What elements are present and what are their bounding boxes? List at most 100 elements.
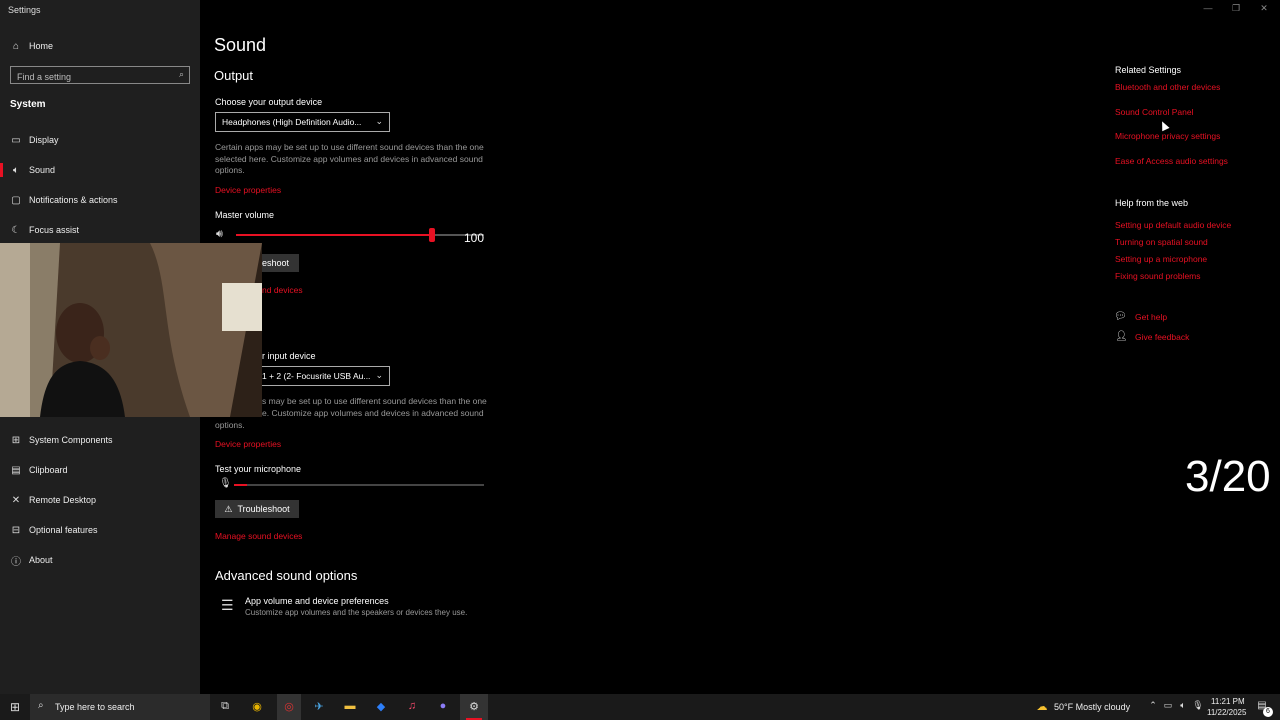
settings-gear-icon[interactable]: ⚙ — [466, 700, 482, 714]
search-input[interactable] — [11, 69, 171, 85]
mic-level-fill — [234, 484, 247, 486]
sidebar-item-label: System Components — [29, 435, 113, 445]
ease-of-access-audio-link[interactable]: Ease of Access audio settings — [1115, 156, 1228, 166]
speaker-volume-icon[interactable]: 🔊︎ — [216, 228, 223, 241]
notification-icon: ▢ — [11, 194, 21, 206]
windows-start-icon[interactable]: ⊞ — [7, 700, 23, 714]
related-settings-heading: Related Settings — [1115, 65, 1182, 75]
app-volume-description: Customize app volumes and the speakers o… — [245, 608, 468, 617]
master-volume-value: 100 — [464, 231, 485, 245]
sidebar-item-home[interactable]: ⌂ Home — [0, 33, 200, 59]
close-button[interactable]: ✕ — [1257, 3, 1271, 14]
sidebar-item-display[interactable]: ▭ Display — [0, 127, 200, 153]
search-icon: ⌕ — [38, 700, 44, 711]
weather-text[interactable]: 50°F Mostly cloudy — [1054, 702, 1130, 712]
info-icon: ⓘ — [11, 556, 21, 568]
clock-date[interactable]: 11/22/2025 — [1207, 708, 1246, 717]
button-label: leshoot — [259, 258, 289, 268]
clock-time[interactable]: 11:21 PM — [1211, 697, 1245, 706]
output-description: Certain apps may be set up to use differ… — [215, 142, 484, 175]
moon-icon: ☾ — [11, 224, 21, 236]
discord-icon[interactable]: ● — [435, 700, 451, 714]
sidebar-item-notifications[interactable]: ▢ Notifications & actions — [0, 187, 200, 213]
button-label: Troubleshoot — [237, 504, 290, 514]
microphone-privacy-link[interactable]: Microphone privacy settings — [1115, 131, 1220, 141]
help-link[interactable]: Setting up a microphone — [1115, 254, 1207, 264]
sidebar-item-clipboard[interactable]: ▤ Clipboard — [0, 457, 200, 483]
settings-window: Settings ⌂ Home ⌕ System ▭ Display 🔈︎ So… — [0, 0, 1280, 694]
weather-icon[interactable]: ☁ — [1034, 700, 1050, 714]
app-icon[interactable]: ◆ — [373, 700, 389, 714]
help-link[interactable]: Turning on spatial sound — [1115, 237, 1208, 247]
chrome-icon[interactable]: ◉ — [249, 700, 265, 714]
output-manage-devices-link[interactable]: nd devices — [262, 285, 303, 295]
input-troubleshoot-button[interactable]: ⚠ Troubleshoot — [215, 500, 299, 518]
notification-badge: 6 — [1263, 707, 1273, 717]
chevron-down-icon: ⌄ — [375, 370, 383, 380]
components-icon: ⊞ — [11, 434, 21, 446]
mouse-cursor-icon — [1158, 119, 1170, 132]
sidebar-item-label: Focus assist — [29, 225, 80, 235]
chat-help-icon: 💬︎ — [1114, 311, 1127, 322]
steam-icon[interactable]: ✈ — [311, 700, 327, 714]
dropdown-value: Headphones (High Definition Audio... — [222, 117, 362, 127]
sound-control-panel-link[interactable]: Sound Control Panel — [1115, 107, 1193, 117]
sidebar-item-label: Notifications & actions — [29, 195, 118, 205]
search-icon: ⌕ — [178, 69, 184, 79]
taskbar: ⊞ ⌕ Type here to search ⧉ ◉ ◎ ✈ ▬ ◆ ♫ ● … — [0, 694, 1280, 720]
sidebar-item-label: Remote Desktop — [29, 495, 97, 505]
master-volume-slider[interactable] — [236, 228, 484, 242]
help-link[interactable]: Setting up default audio device — [1115, 220, 1231, 230]
input-manage-devices-link[interactable]: Manage sound devices — [215, 531, 302, 541]
bluetooth-link[interactable]: Bluetooth and other devices — [1115, 82, 1220, 92]
volume-icon[interactable]: 🔈︎ — [1175, 700, 1191, 714]
sidebar-item-system-components[interactable]: ⊞ System Components — [0, 427, 200, 453]
page-title: Sound — [214, 35, 267, 55]
chevron-down-icon: ⌄ — [375, 116, 383, 126]
window-title: Settings — [8, 5, 41, 15]
give-feedback-link[interactable]: Give feedback — [1135, 332, 1189, 342]
sidebar-item-remote-desktop[interactable]: ✕ Remote Desktop — [0, 487, 200, 513]
help-heading: Help from the web — [1115, 198, 1189, 208]
volume-fill — [236, 234, 429, 236]
taskbar-search-box[interactable]: ⌕ Type here to search — [30, 694, 210, 720]
obs-icon[interactable]: ◎ — [281, 700, 297, 714]
clipboard-icon: ▤ — [11, 464, 21, 476]
remote-desktop-icon: ✕ — [11, 494, 21, 506]
output-device-properties-link[interactable]: Device properties — [215, 185, 281, 195]
task-view-icon[interactable]: ⧉ — [217, 700, 233, 714]
input-device-properties-link[interactable]: Device properties — [215, 439, 281, 449]
microphone-tray-icon[interactable]: 🎙︎ — [1190, 700, 1206, 714]
input-description-line3: options. — [215, 420, 245, 430]
display-icon: ▭ — [11, 134, 21, 146]
sidebar-item-optional-features[interactable]: ⊟ Optional features — [0, 517, 200, 543]
find-setting-search[interactable]: ⌕ — [10, 66, 190, 85]
app-volume-link[interactable]: App volume and device preferences — [245, 596, 389, 606]
microphone-icon: 🎙︎ — [219, 478, 232, 489]
overlay-counter: 3/20 — [1185, 452, 1271, 501]
music-icon[interactable]: ♫ — [404, 700, 420, 714]
volume-thumb[interactable] — [429, 228, 435, 242]
minimize-button[interactable]: — — [1201, 3, 1215, 13]
sidebar-item-about[interactable]: ⓘ About — [0, 547, 200, 573]
sidebar-item-label: Optional features — [29, 525, 98, 535]
output-device-label: Choose your output device — [215, 97, 323, 107]
network-icon[interactable]: ▭ — [1160, 700, 1176, 714]
get-help-link[interactable]: Get help — [1135, 312, 1167, 322]
microphone-level-meter — [234, 484, 484, 486]
sidebar-item-label: Display — [29, 135, 59, 145]
help-link[interactable]: Fixing sound problems — [1115, 271, 1201, 281]
advanced-heading: Advanced sound options — [215, 568, 358, 583]
sliders-icon: ☰ — [221, 597, 234, 613]
sidebar-item-sound[interactable]: 🔈︎ Sound — [0, 157, 200, 183]
chevron-up-icon[interactable]: ⌃ — [1145, 700, 1161, 714]
maximize-button[interactable]: ❐ — [1229, 3, 1243, 14]
dropdown-value: 1 + 2 (2- Focusrite USB Au... — [262, 371, 371, 381]
output-device-dropdown[interactable]: Headphones (High Definition Audio... ⌄ — [215, 112, 390, 132]
input-description-line2: e. Customize app volumes and devices in … — [262, 408, 484, 418]
file-explorer-icon[interactable]: ▬ — [342, 700, 358, 714]
section-heading: System — [10, 99, 46, 110]
sidebar-item-focus-assist[interactable]: ☾ Focus assist — [0, 217, 200, 243]
warning-icon: ⚠ — [224, 503, 233, 514]
test-microphone-label: Test your microphone — [215, 464, 302, 474]
